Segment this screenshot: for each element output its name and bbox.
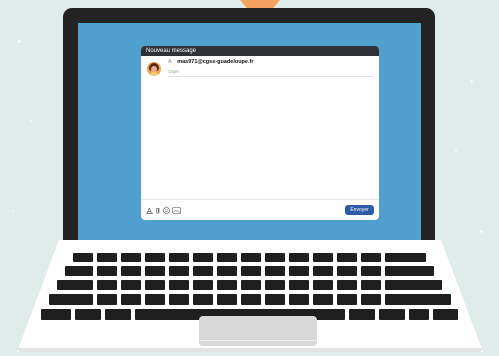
keyboard-key xyxy=(145,294,165,305)
keyboard-key xyxy=(289,294,309,305)
keyboard-key xyxy=(193,294,213,305)
keyboard-key xyxy=(265,253,285,262)
keyboard-key xyxy=(145,280,165,290)
keyboard-key xyxy=(361,253,381,262)
keyboard-key xyxy=(361,294,381,305)
keyboard-key xyxy=(313,266,333,276)
keyboard-key xyxy=(169,280,189,290)
keyboard-key xyxy=(217,280,237,290)
laptop-base-edge xyxy=(17,348,483,352)
keyboard-key xyxy=(241,253,261,262)
keyboard-key xyxy=(361,266,381,276)
keyboard-key xyxy=(121,294,141,305)
keyboard-key xyxy=(97,253,117,262)
keyboard-key xyxy=(313,280,333,290)
keyboard-key xyxy=(193,253,213,262)
keyboard-key xyxy=(145,266,165,276)
trackpad[interactable] xyxy=(199,316,317,346)
keyboard-key xyxy=(265,294,285,305)
keyboard-key xyxy=(409,309,429,320)
keyboard-key xyxy=(97,280,117,290)
keyboard-key xyxy=(145,253,165,262)
keyboard-key xyxy=(121,280,141,290)
keyboard-key xyxy=(337,280,357,290)
keyboard-key xyxy=(169,294,189,305)
keyboard-key xyxy=(73,253,93,262)
keyboard-key xyxy=(193,266,213,276)
keyboard-key xyxy=(217,253,237,262)
keyboard-key xyxy=(169,266,189,276)
keyboard-key xyxy=(105,309,131,320)
keyboard-key xyxy=(121,266,141,276)
keyboard-key xyxy=(65,266,93,276)
keyboard-key xyxy=(337,266,357,276)
keyboard-key xyxy=(349,309,375,320)
keyboard-key xyxy=(265,266,285,276)
keyboard xyxy=(41,253,458,320)
keyboard-key xyxy=(193,280,213,290)
keyboard-key xyxy=(337,294,357,305)
keyboard-key xyxy=(241,294,261,305)
keyboard-key xyxy=(313,253,333,262)
keyboard-key xyxy=(97,294,117,305)
keyboard-key xyxy=(41,309,71,320)
keyboard-key xyxy=(121,253,141,262)
keyboard-key xyxy=(385,253,426,262)
keyboard-key xyxy=(433,309,458,320)
keyboard-key xyxy=(241,280,261,290)
keyboard-key xyxy=(313,294,333,305)
keyboard-key xyxy=(289,253,309,262)
keyboard-key xyxy=(337,253,357,262)
keyboard-key xyxy=(97,266,117,276)
keyboard-key xyxy=(75,309,101,320)
keyboard-key xyxy=(49,294,93,305)
keyboard-key xyxy=(217,266,237,276)
keyboard-key xyxy=(169,253,189,262)
keyboard-key xyxy=(385,294,451,305)
keyboard-key xyxy=(289,266,309,276)
keyboard-key xyxy=(385,266,434,276)
keyboard-key xyxy=(57,280,93,290)
keyboard-key xyxy=(241,266,261,276)
keyboard-key xyxy=(385,280,442,290)
keyboard-key xyxy=(289,280,309,290)
keyboard-key xyxy=(361,280,381,290)
trackpad-divider xyxy=(199,340,317,341)
keyboard-key xyxy=(217,294,237,305)
keyboard-key xyxy=(379,309,405,320)
keyboard-key xyxy=(265,280,285,290)
